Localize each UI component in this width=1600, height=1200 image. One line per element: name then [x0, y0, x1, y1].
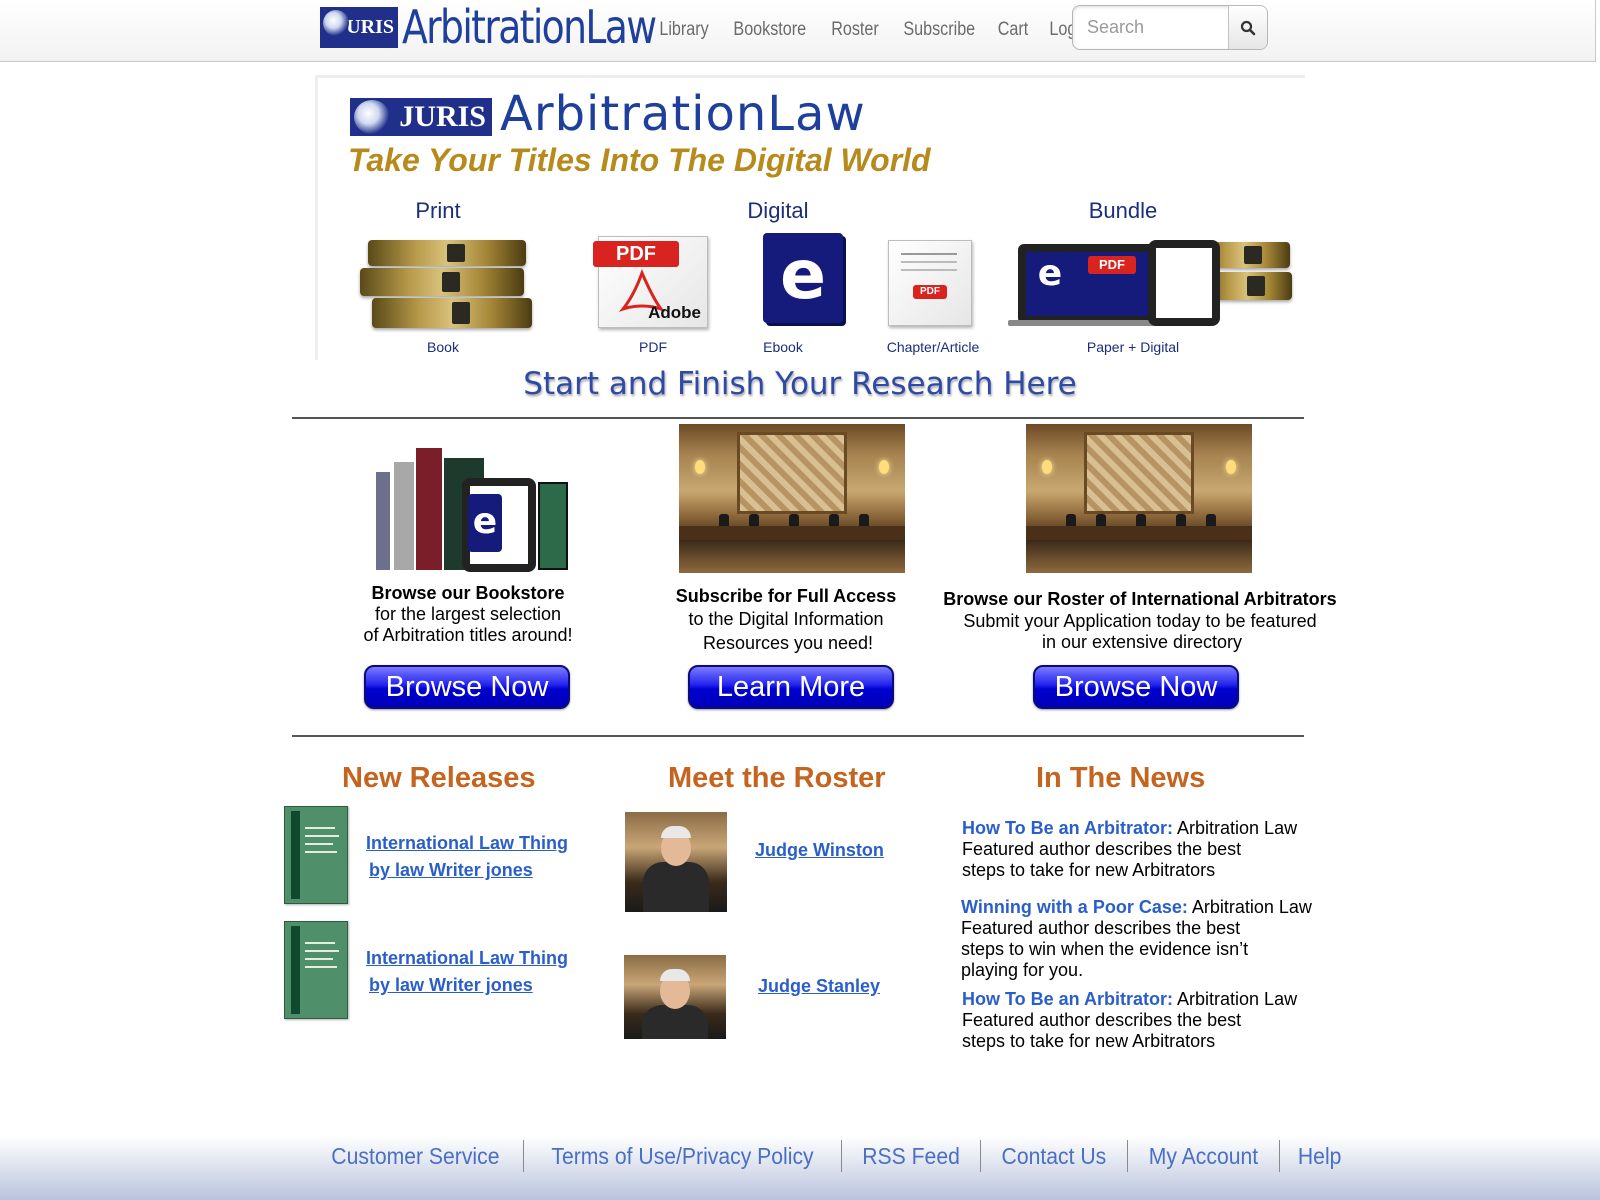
news-item-1-line2: Featured author describes the best: [962, 839, 1242, 859]
news-item-1-line3: steps to take for new Arbitrators: [962, 860, 1216, 880]
judge-winston-photo[interactable]: [625, 812, 727, 912]
footer-customer-service[interactable]: Customer Service: [317, 1143, 515, 1170]
new-release-2-author[interactable]: by law Writer jones: [369, 975, 533, 996]
globe-icon: [323, 10, 349, 36]
judge-stanley-photo[interactable]: [624, 955, 726, 1039]
banner-badge-text: JURIS: [399, 100, 486, 133]
bundle-ebook-icon: e: [1030, 252, 1070, 296]
bundle-pdf-tag: PDF: [1088, 256, 1136, 274]
news-item-2-line2: Featured author describes the best: [961, 918, 1241, 938]
feature-roster-title: Browse our Roster of International Arbit…: [943, 589, 1337, 609]
learn-more-button[interactable]: Learn More: [688, 665, 894, 709]
feature-subscribe-line2: Resources you need!: [702, 633, 874, 653]
heading-print: Print: [415, 198, 461, 223]
label-pdf: PDF: [639, 339, 667, 355]
label-paper-digital: Paper + Digital: [1086, 339, 1180, 355]
label-chapter-article: Chapter/Article: [886, 339, 980, 355]
promo-banner[interactable]: JURIS ArbitrationLaw Take Your Titles In…: [315, 75, 1305, 360]
feature-bookstore-line2: of Arbitration titles around!: [363, 625, 573, 645]
book-cover-2[interactable]: [284, 921, 348, 1019]
banner-tagline: Take Your Titles Into The Digital World: [348, 142, 931, 178]
heading-digital: Digital: [747, 198, 809, 223]
footer-terms-privacy[interactable]: Terms of Use/Privacy Policy: [536, 1143, 828, 1170]
top-header: JURIS ArbitrationLaw Library Bookstore R…: [0, 0, 1596, 62]
banner-juris-badge: JURIS: [350, 98, 492, 136]
globe-icon: [354, 100, 390, 134]
footer-separator: [1278, 1140, 1280, 1172]
browse-bookstore-button[interactable]: Browse Now: [364, 665, 570, 709]
roster-courtroom-image[interactable]: [1026, 424, 1252, 573]
feature-bookstore-line1: for the largest selection: [374, 604, 562, 624]
pdf-tag: PDF: [593, 241, 679, 267]
feature-subscribe-title: Subscribe for Full Access: [675, 586, 897, 606]
news-item-3-line2: Featured author describes the best: [962, 1010, 1242, 1030]
feature-roster-line2: in our extensive directory: [1041, 632, 1243, 652]
search-button[interactable]: [1228, 6, 1267, 49]
magnifier-icon: [1240, 20, 1256, 35]
label-ebook: Ebook: [763, 339, 803, 355]
news-item-1-title[interactable]: How To Be an Arbitrator:: [962, 818, 1173, 838]
footer-contact-us[interactable]: Contact Us: [987, 1143, 1121, 1170]
footer-separator: [522, 1140, 524, 1172]
news-item-3: How To Be an Arbitrator: Arbitration Law…: [962, 989, 1297, 1052]
bookstore-ebook-icon: e: [468, 494, 502, 552]
print-books-image: [358, 236, 538, 331]
book-cover-1[interactable]: [284, 806, 348, 904]
heading-bundle: Bundle: [1088, 198, 1158, 223]
nav-roster[interactable]: Roster: [831, 19, 879, 41]
news-item-3-title[interactable]: How To Be an Arbitrator:: [962, 989, 1173, 1009]
divider-top: [292, 417, 1304, 419]
main-nav: Library Bookstore Roster Subscribe Cart …: [655, 19, 1103, 41]
nav-cart[interactable]: Cart: [998, 19, 1029, 41]
judge-winston-link[interactable]: Judge Winston: [755, 840, 884, 861]
judge-stanley-link[interactable]: Judge Stanley: [758, 976, 880, 997]
pdf-small-tag: PDF: [913, 285, 947, 299]
search-box: [1072, 5, 1268, 50]
feature-bookstore-title: Browse our Bookstore: [371, 583, 565, 603]
chapter-article-icon: PDF: [888, 240, 972, 326]
news-item-2-line3: steps to win when the evidence isn’t: [961, 939, 1249, 959]
adobe-label: Adobe: [648, 303, 701, 322]
browse-roster-button[interactable]: Browse Now: [1033, 665, 1239, 709]
new-release-1-title[interactable]: International Law Thing: [366, 833, 568, 854]
footer-rss-feed[interactable]: RSS Feed: [847, 1143, 974, 1170]
news-item-2-line4: playing for you.: [961, 960, 1084, 980]
in-the-news-heading: In The News: [1036, 762, 1206, 794]
news-item-3-line1: Arbitration Law: [1177, 989, 1298, 1009]
subscribe-courtroom-image[interactable]: [679, 424, 905, 573]
footer-separator: [979, 1140, 981, 1172]
site-logo-text[interactable]: ArbitrationLaw: [402, 0, 657, 54]
news-item-2: Winning with a Poor Case: Arbitration La…: [961, 897, 1312, 981]
bookstore-image[interactable]: e: [372, 442, 574, 572]
new-release-2-title[interactable]: International Law Thing: [366, 948, 568, 969]
pdf-document-icon: PDF Adobe: [593, 236, 708, 328]
footer-help[interactable]: Help: [1283, 1143, 1356, 1170]
footer: Customer Service Terms of Use/Privacy Po…: [0, 1136, 1600, 1200]
news-item-1: How To Be an Arbitrator: Arbitration Law…: [962, 818, 1297, 881]
label-book: Book: [427, 339, 459, 355]
banner-logo-text: ArbitrationLaw: [500, 86, 866, 142]
new-release-1-author[interactable]: by law Writer jones: [369, 860, 533, 881]
divider-bottom: [292, 735, 1304, 737]
research-heading: Start and Finish Your Research Here: [523, 366, 1077, 402]
news-item-2-title[interactable]: Winning with a Poor Case:: [961, 897, 1188, 917]
footer-my-account[interactable]: My Account: [1134, 1143, 1273, 1170]
feature-subscribe-line1: to the Digital Information: [688, 609, 884, 629]
nav-subscribe[interactable]: Subscribe: [903, 19, 975, 41]
news-item-2-line1: Arbitration Law: [1191, 897, 1312, 917]
footer-separator: [840, 1140, 842, 1172]
feature-roster-line1: Submit your Application today to be feat…: [963, 611, 1317, 631]
footer-separator: [1126, 1140, 1128, 1172]
ebook-icon: e: [763, 233, 843, 323]
footer-links: Customer Service Terms of Use/Privacy Po…: [308, 1136, 1359, 1176]
meet-roster-heading: Meet the Roster: [668, 762, 886, 794]
search-input[interactable]: [1073, 6, 1228, 49]
nav-bookstore[interactable]: Bookstore: [733, 19, 806, 41]
juris-logo-badge[interactable]: JURIS: [320, 7, 398, 48]
new-releases-heading: New Releases: [342, 762, 536, 794]
nav-library[interactable]: Library: [659, 19, 708, 41]
news-item-1-line1: Arbitration Law: [1177, 818, 1298, 838]
news-item-3-line3: steps to take for new Arbitrators: [962, 1031, 1216, 1051]
bundle-image: e PDF: [1008, 238, 1298, 328]
